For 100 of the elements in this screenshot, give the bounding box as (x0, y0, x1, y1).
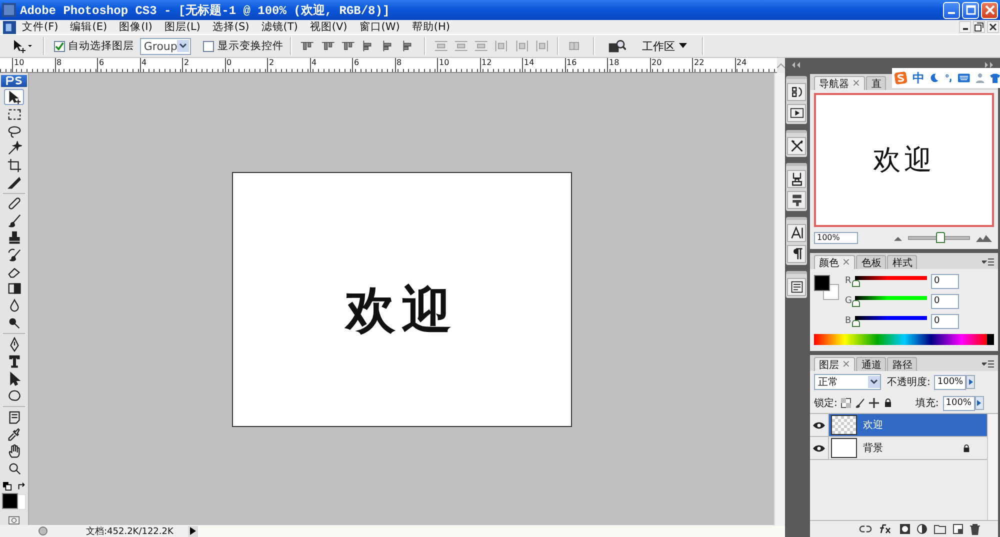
clone-source-button[interactable] (787, 170, 806, 188)
channel-slider-track[interactable] (855, 296, 927, 300)
history-panel-button[interactable] (787, 83, 806, 101)
layer-row[interactable]: 背景 (810, 437, 987, 460)
layer-comps-button[interactable] (787, 278, 806, 296)
eye-icon[interactable] (813, 422, 825, 428)
layers-scrollbar[interactable] (987, 414, 998, 520)
trash-icon[interactable] (970, 524, 980, 534)
channel-slider-track[interactable] (855, 316, 927, 320)
adjustment-icon[interactable] (917, 524, 927, 534)
panel-tab[interactable]: 直 (866, 76, 886, 90)
lock-transparency-icon[interactable] (841, 398, 852, 408)
layer-name: 欢迎 (863, 418, 884, 432)
lock-icon[interactable] (883, 398, 894, 408)
punctuation-icon[interactable] (944, 72, 953, 84)
menu-item[interactable]: 视图(V) (310, 20, 348, 34)
character-panel-button[interactable] (787, 224, 806, 242)
paragraph-panel-button[interactable] (787, 245, 806, 263)
slider-thumb[interactable] (852, 300, 860, 307)
logo-icon[interactable] (894, 70, 908, 86)
menu-item[interactable]: 图层(L) (164, 20, 200, 34)
zoom-field[interactable]: 100% (814, 232, 858, 244)
mask-icon[interactable] (900, 524, 910, 534)
align-icon[interactable] (320, 39, 335, 53)
panel-menu-icon[interactable] (982, 258, 994, 266)
blend-mode-dropdown[interactable]: 正常 (814, 374, 881, 390)
input-mode[interactable]: 中 (912, 70, 924, 86)
new-layer-icon[interactable] (953, 524, 963, 534)
layer-row[interactable]: 欢迎 (810, 414, 987, 437)
slider-thumb[interactable] (852, 320, 860, 327)
vertical-scrollbar[interactable] (774, 73, 785, 525)
panel-tab[interactable]: 样式 (887, 255, 918, 269)
move-icon[interactable] (869, 398, 880, 408)
color-swatches-drawing[interactable] (814, 275, 839, 300)
chevron-down-icon (868, 376, 880, 388)
horizontal-scrollbar[interactable] (198, 526, 785, 536)
menu-item[interactable]: 编辑(E) (70, 20, 108, 34)
target-dropdown[interactable]: Group (140, 38, 192, 54)
menu-item[interactable]: 图像(I) (119, 20, 152, 34)
ruler-label: 14 (522, 58, 564, 72)
folder-icon[interactable] (934, 524, 946, 534)
panel-tab[interactable]: 色板 (856, 255, 886, 269)
navigator-preview[interactable]: 欢迎 (814, 93, 994, 227)
brush-icon[interactable] (855, 398, 866, 408)
panel-tab[interactable]: 图层 × (814, 357, 856, 371)
swap-icon[interactable] (16, 482, 26, 491)
status-menu-button[interactable] (188, 526, 198, 536)
menu-item[interactable]: 帮助(H) (412, 20, 450, 34)
menu-item[interactable]: 滤镜(T) (261, 20, 298, 34)
tool-presets-button[interactable] (787, 137, 806, 155)
auto-select-checkbox[interactable]: 自动选择图层 (54, 39, 134, 53)
align-icon[interactable] (300, 39, 315, 53)
shirt-icon[interactable] (990, 72, 1000, 84)
opacity-slider-button[interactable] (966, 375, 976, 389)
close-button[interactable] (987, 21, 999, 33)
move-tool-button[interactable] (4, 89, 24, 106)
link-icon[interactable] (859, 525, 872, 533)
menu-item[interactable]: 窗口(W) (359, 20, 400, 34)
channel-value-field[interactable]: 0 (931, 314, 959, 328)
opacity-field[interactable]: 100% (934, 374, 966, 390)
caret-icon (977, 400, 982, 406)
effects-icon[interactable] (879, 524, 893, 534)
minimize-button[interactable] (959, 21, 971, 33)
quick-mask-icon[interactable] (6, 516, 22, 526)
fill-field[interactable]: 100% (942, 396, 975, 410)
default-colors-icon[interactable] (2, 482, 12, 491)
browse-icon[interactable] (608, 38, 626, 54)
minimize-icon (948, 12, 955, 14)
restore-button[interactable] (973, 21, 985, 33)
eye-icon[interactable] (813, 444, 825, 452)
keyboard-icon[interactable] (958, 73, 970, 83)
color-swatches-drawing[interactable] (2, 492, 26, 510)
menu-item[interactable]: 选择(S) (212, 20, 250, 34)
zoom-in-icon[interactable] (976, 234, 992, 242)
panel-tab[interactable]: 颜色 × (814, 255, 856, 269)
actions-panel-button[interactable] (787, 104, 806, 122)
zoom-out-icon[interactable] (894, 236, 902, 240)
maximize-button[interactable] (962, 2, 979, 18)
moon-icon[interactable] (929, 72, 940, 84)
status-icon[interactable] (38, 526, 48, 536)
tool-icon (6, 281, 22, 296)
slider-thumb[interactable] (936, 232, 945, 243)
panel-tab[interactable]: 路径 (887, 357, 918, 371)
channel-slider-track[interactable] (855, 276, 927, 280)
channel-label: G (845, 296, 853, 306)
slider-thumb[interactable] (852, 280, 860, 287)
color-spectrum[interactable] (814, 334, 994, 345)
menu-item[interactable]: 文件(F) (22, 20, 58, 34)
align-icon[interactable] (340, 39, 355, 53)
channel-value-field[interactable]: 0 (931, 294, 959, 308)
preview-text: 欢迎 (873, 142, 935, 178)
chevron-down-icon (177, 40, 190, 52)
channel-value-field[interactable]: 0 (931, 274, 959, 288)
panel-menu-icon[interactable] (982, 360, 994, 368)
ruler-label: 4 (140, 58, 182, 72)
panel-tab[interactable]: 通道 (856, 357, 886, 371)
workspace-menu-button[interactable]: 工作区 (642, 38, 687, 54)
panel-tab[interactable]: 导航器 × (814, 76, 866, 90)
brush-presets-button[interactable] (787, 191, 806, 209)
transform-controls-checkbox[interactable]: 显示变换控件 (203, 39, 284, 53)
